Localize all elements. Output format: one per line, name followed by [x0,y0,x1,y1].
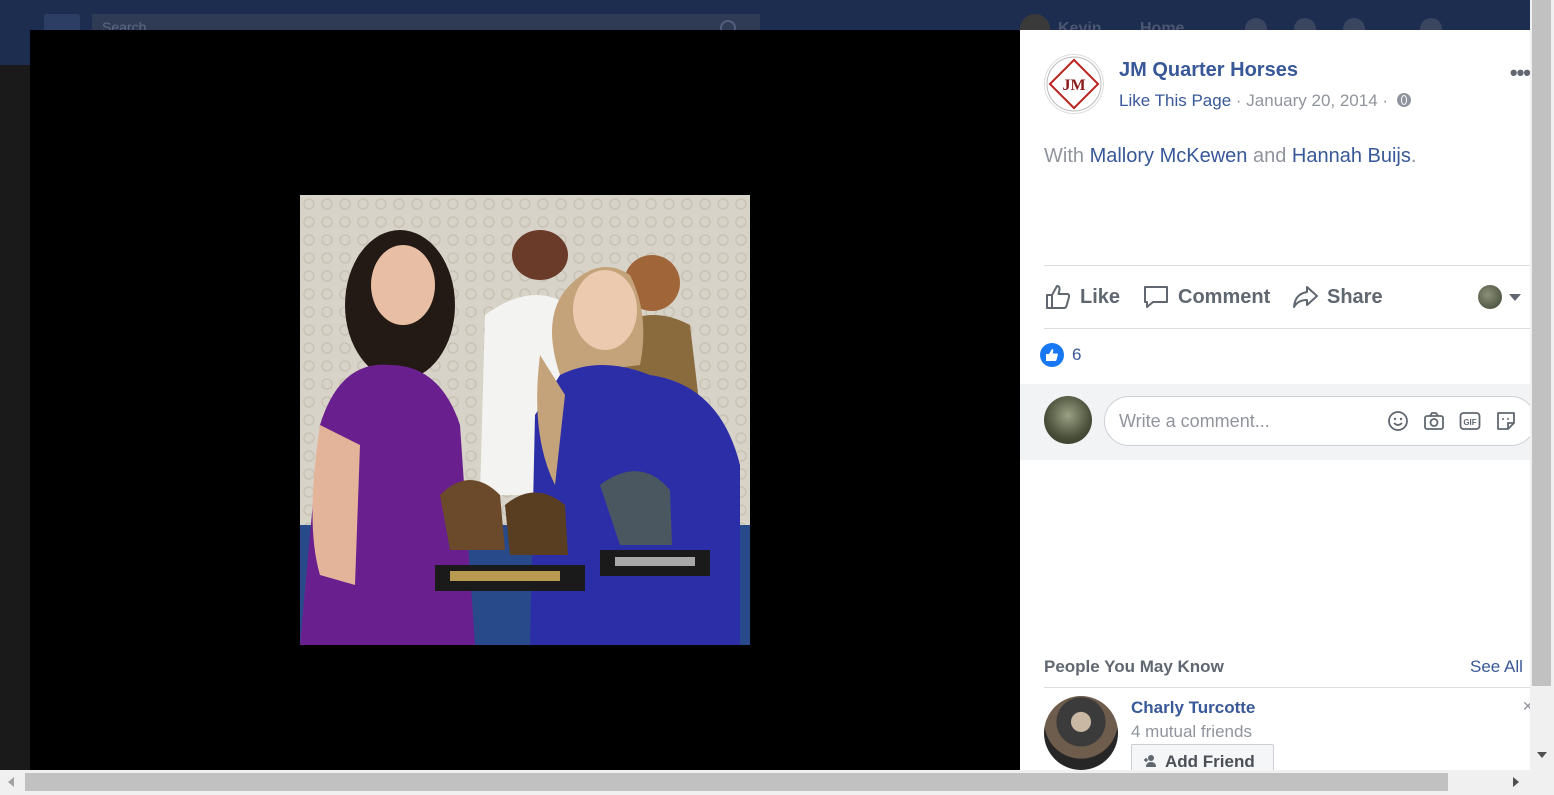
photo-illustration [300,195,750,645]
svg-text:GIF: GIF [1463,418,1476,427]
horizontal-scrollbar[interactable] [0,770,1554,795]
scroll-right-arrow-icon[interactable] [1513,777,1519,787]
like-button[interactable]: Like [1044,283,1120,311]
comment-button[interactable]: Comment [1142,283,1270,311]
mutual-friends-text[interactable]: 4 mutual friends [1131,722,1252,742]
post-photo[interactable] [300,195,750,645]
vertical-scrollbar[interactable] [1530,0,1554,770]
comment-label: Comment [1178,285,1271,308]
camera-icon[interactable] [1423,410,1445,432]
emoji-icon[interactable] [1387,410,1409,432]
vertical-scrollbar-thumb[interactable] [1532,0,1551,686]
comment-placeholder: Write a comment... [1119,411,1270,431]
post-info-panel: JM JM Quarter Horses Like This Page · Ja… [1020,30,1530,770]
comment-composer: Write a comment... GIF [1020,384,1530,460]
caption-period: . [1410,145,1417,167]
add-friend-button[interactable]: Add Friend [1131,744,1274,770]
suggested-person-avatar[interactable] [1044,696,1118,770]
meta-separator: · [1235,91,1242,110]
logo-text: JM [1062,77,1085,94]
reaction-count[interactable]: 6 [1072,345,1081,365]
globe-icon[interactable] [1396,93,1411,107]
comment-input[interactable]: Write a comment... GIF [1104,396,1530,446]
overlay-backdrop[interactable] [0,65,30,770]
post-as-avatar[interactable] [1478,285,1502,309]
more-options-icon[interactable]: ••• [1510,60,1530,86]
divider [1044,687,1530,688]
see-all-link[interactable]: See All [1470,657,1523,677]
post-date-link[interactable]: January 20, 2014 [1246,91,1377,110]
post-actions-bar: Like Comment Share [1044,265,1530,329]
share-label: Share [1327,285,1383,308]
add-friend-label: Add Friend [1165,752,1255,770]
and-word: and [1252,145,1287,167]
comment-bubble-icon [1144,286,1168,308]
like-label: Like [1080,285,1121,308]
chevron-down-icon[interactable] [1509,294,1521,301]
horizontal-scrollbar-thumb[interactable] [25,773,1448,791]
scroll-down-arrow-icon[interactable] [1537,752,1547,758]
reactions-summary[interactable]: 6 [1040,343,1081,367]
with-prefix: With [1044,145,1084,167]
like-this-page-link[interactable]: Like This Page [1119,91,1231,110]
post-meta: Like This Page · January 20, 2014 · [1119,91,1411,111]
page-avatar[interactable]: JM [1044,54,1104,114]
page-name-link[interactable]: JM Quarter Horses [1119,59,1298,82]
share-button[interactable]: Share [1291,283,1383,311]
share-arrow-icon [1293,286,1318,308]
jm-logo-icon: JM [1046,56,1102,112]
meta-separator-2: · [1382,91,1389,110]
scroll-left-arrow-icon[interactable] [8,777,14,787]
thumbs-up-icon [1046,285,1071,309]
tagged-person-link[interactable]: Hannah Buijs [1292,145,1411,167]
gif-icon[interactable]: GIF [1459,410,1481,432]
suggested-person-name[interactable]: Charly Turcotte [1131,698,1255,718]
post-caption: With Mallory McKewen and Hannah Buijs. [1044,145,1416,168]
people-you-may-know-title: People You May Know [1044,657,1224,676]
tagged-person-link[interactable]: Mallory McKewen [1090,145,1248,167]
like-reaction-icon [1040,343,1064,367]
sticker-icon[interactable] [1495,410,1517,432]
add-friend-icon [1144,755,1156,767]
close-icon[interactable]: ✕ [1522,698,1530,715]
current-user-avatar[interactable] [1044,396,1092,444]
